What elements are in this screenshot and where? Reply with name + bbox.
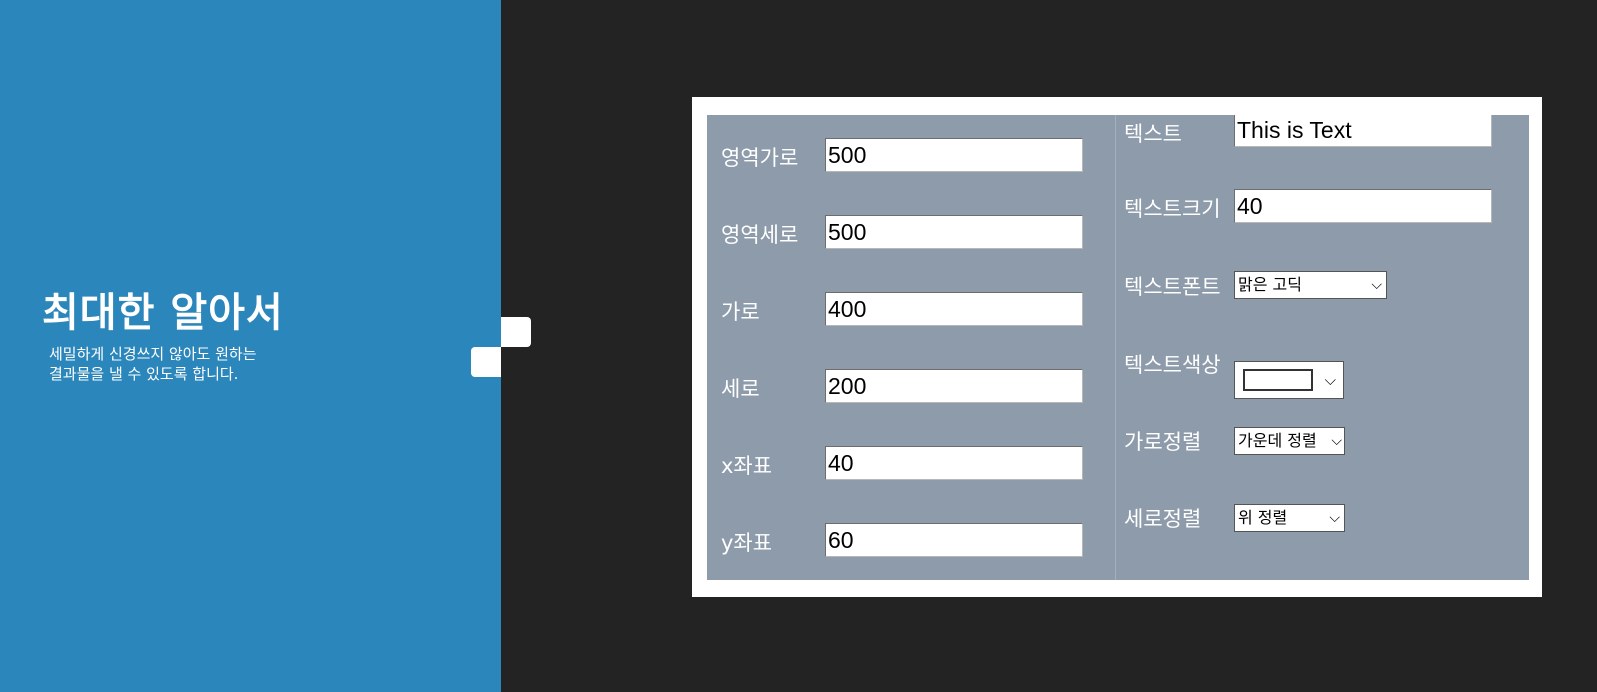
chevron-down-icon: ⌵ — [1371, 277, 1382, 293]
form-screenshot-frame: 영역가로 500 영역세로 500 가로 400 세로 200 x좌표 40 y… — [692, 97, 1542, 597]
area-width-input[interactable]: 500 — [825, 138, 1083, 172]
column-divider — [1115, 115, 1116, 580]
label-width: 가로 — [721, 300, 760, 324]
slide-tab-decoration — [501, 317, 531, 347]
color-swatch — [1243, 369, 1313, 391]
width-input[interactable]: 400 — [825, 292, 1083, 326]
chevron-down-icon: ⌵ — [1331, 428, 1342, 454]
y-coord-input[interactable]: 60 — [825, 523, 1083, 557]
text-color-picker[interactable]: ⌵ — [1234, 361, 1344, 399]
text-font-select[interactable]: 맑은 고딕 ⌵ — [1234, 271, 1387, 299]
label-text: 텍스트 — [1124, 122, 1182, 146]
h-align-select[interactable]: 가운데 정렬 ⌵ — [1234, 427, 1345, 455]
label-h-align: 가로정렬 — [1124, 430, 1202, 454]
label-text-color: 텍스트색상 — [1124, 353, 1221, 377]
area-height-input[interactable]: 500 — [825, 215, 1083, 249]
slide-tab-decoration — [471, 347, 501, 377]
chevron-down-icon: ⌵ — [1324, 371, 1336, 389]
label-x-coord: x좌표 — [721, 454, 773, 478]
label-text-font: 텍스트폰트 — [1124, 275, 1221, 299]
form-panel: 영역가로 500 영역세로 500 가로 400 세로 200 x좌표 40 y… — [707, 115, 1529, 580]
label-area-width: 영역가로 — [721, 146, 799, 170]
hero-description-line: 세밀하게 신경쓰지 않아도 원하는 — [49, 345, 257, 363]
x-coord-input[interactable]: 40 — [825, 446, 1083, 480]
label-area-height: 영역세로 — [721, 223, 799, 247]
label-y-coord: y좌표 — [721, 531, 773, 555]
text-size-input[interactable]: 40 — [1234, 189, 1492, 223]
label-v-align: 세로정렬 — [1124, 507, 1202, 531]
text-input[interactable]: This is Text — [1234, 115, 1492, 147]
v-align-select[interactable]: 위 정렬 ⌵ — [1234, 504, 1345, 532]
height-input[interactable]: 200 — [825, 369, 1083, 403]
h-align-value: 가운데 정렬 — [1238, 431, 1317, 450]
text-font-value: 맑은 고딕 — [1238, 275, 1302, 294]
label-height: 세로 — [721, 377, 760, 401]
label-text-size: 텍스트크기 — [1124, 197, 1221, 221]
chevron-down-icon: ⌵ — [1329, 510, 1340, 526]
hero-title: 최대한 알아서 — [42, 290, 284, 336]
hero-description: 세밀하게 신경쓰지 않아도 원하는 결과물을 낼 수 있도록 합니다. — [49, 344, 349, 384]
v-align-value: 위 정렬 — [1238, 508, 1288, 527]
hero-panel: 최대한 알아서 세밀하게 신경쓰지 않아도 원하는 결과물을 낼 수 있도록 합… — [0, 0, 501, 692]
hero-description-line: 결과물을 낼 수 있도록 합니다. — [49, 365, 239, 383]
